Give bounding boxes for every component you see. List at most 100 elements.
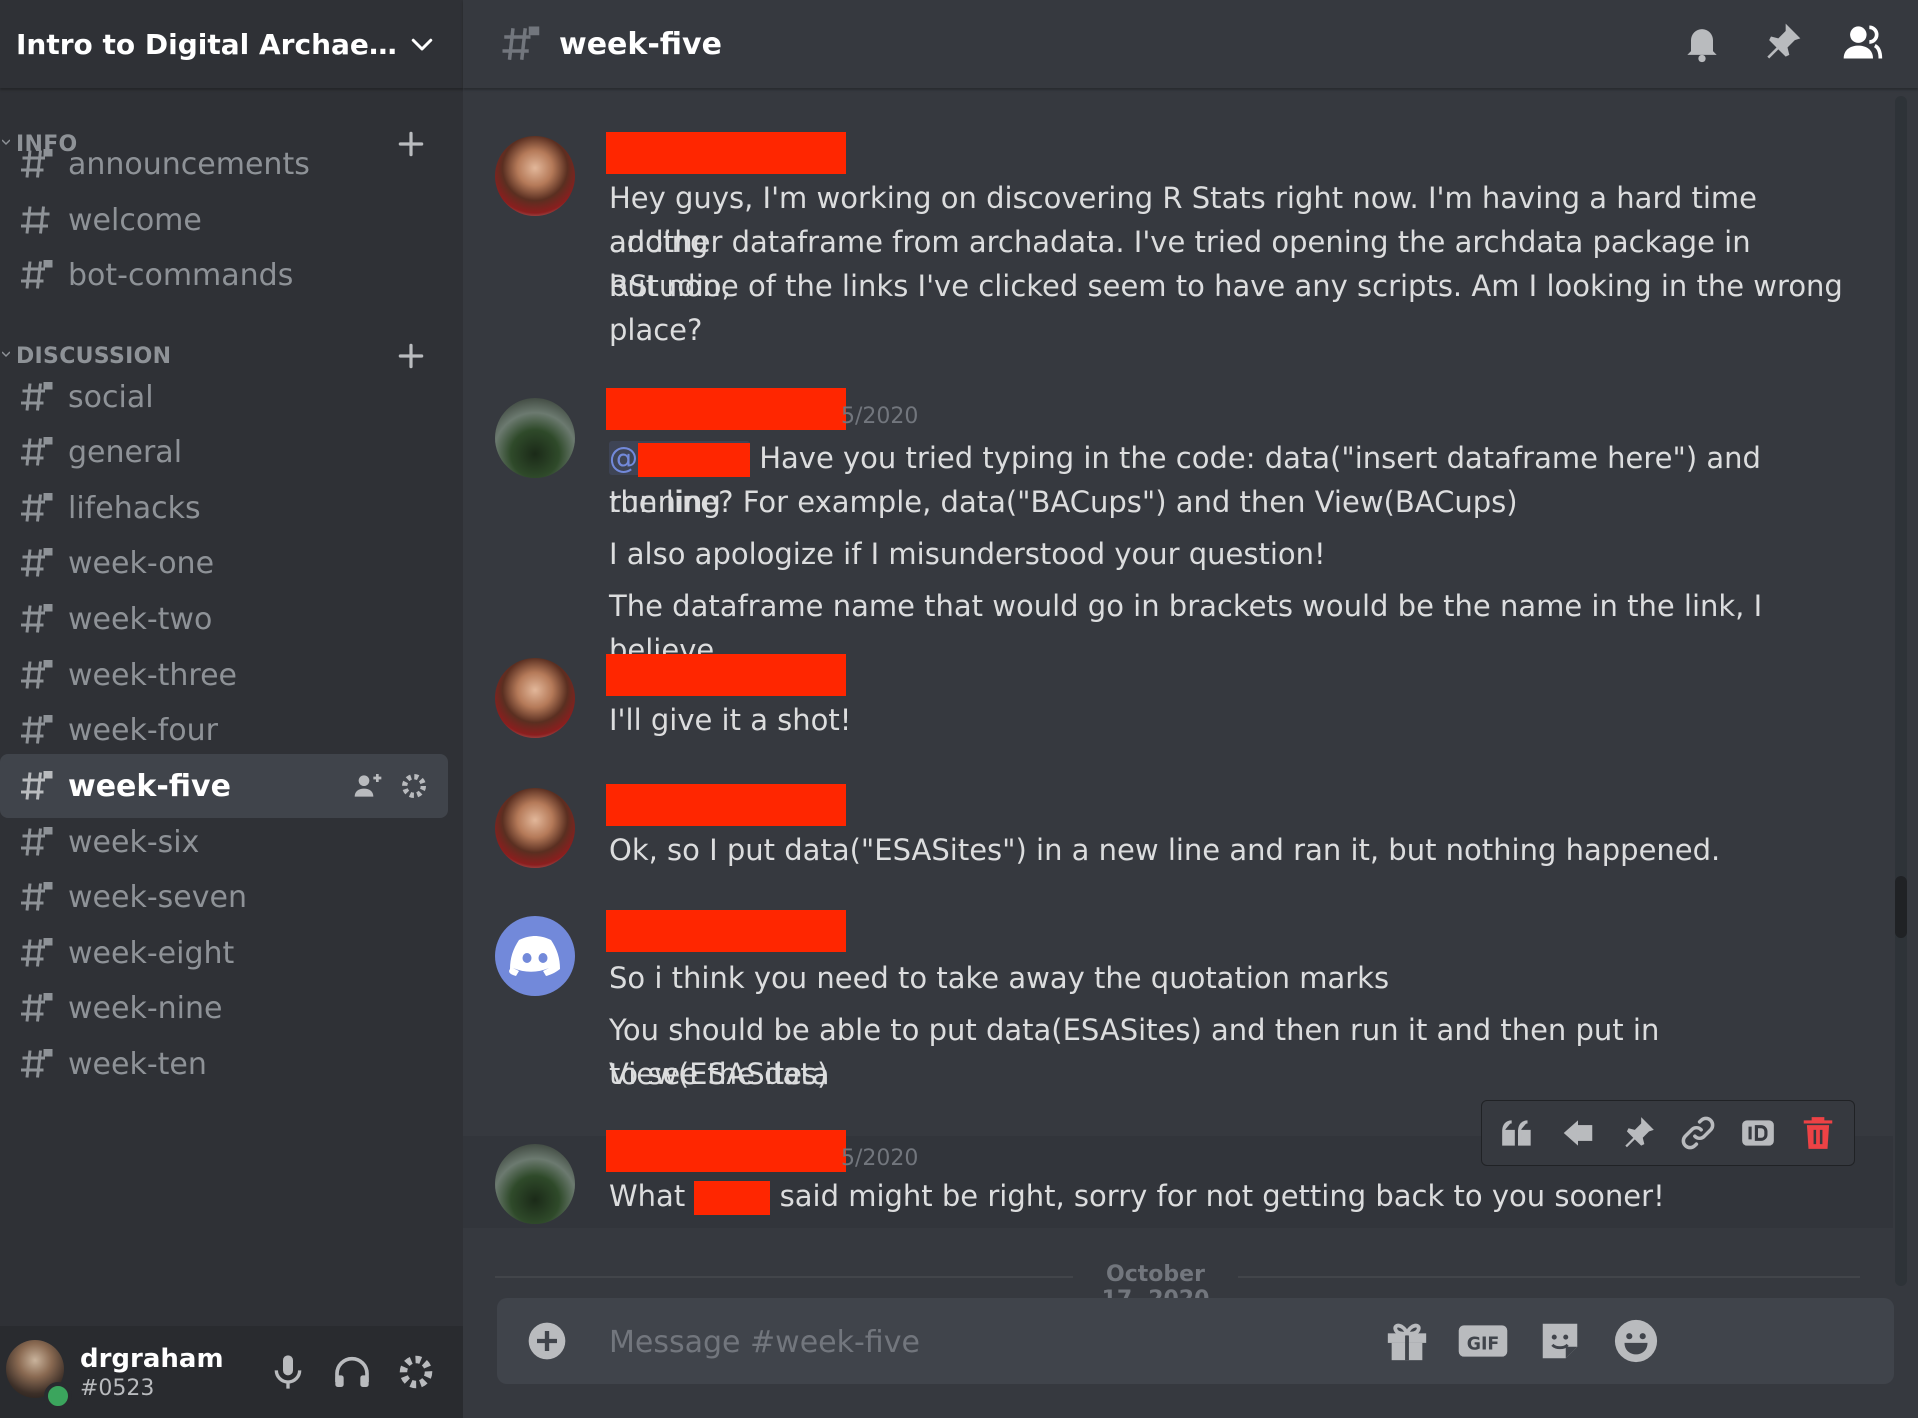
channel-label: week-two	[68, 601, 213, 637]
hash-icon	[21, 206, 50, 234]
link-icon[interactable]	[1679, 1114, 1717, 1152]
headphones-icon[interactable]	[332, 1352, 372, 1392]
channel-label: week-eight	[68, 935, 235, 971]
locked-hash-icon	[21, 382, 53, 411]
gear-icon[interactable]	[398, 770, 430, 802]
channel-week-four[interactable]: week-four	[0, 698, 448, 762]
locked-hash-icon	[21, 493, 53, 522]
locked-hash-icon	[21, 149, 53, 178]
channel-label: week-one	[68, 545, 215, 581]
message-actions-toolbar	[1481, 1100, 1855, 1166]
locked-hash-icon	[502, 26, 540, 60]
channel-label: week-four	[68, 712, 218, 748]
channel-week-seven[interactable]: week-seven	[0, 865, 448, 929]
avatar[interactable]	[495, 658, 575, 738]
message-text: Ok, so I put data("ESASites") in a new l…	[609, 833, 1721, 867]
message-text: the line? For example, data("BACups") an…	[609, 485, 1518, 519]
locked-hash-icon	[21, 938, 53, 967]
user-mention[interactable]: @	[609, 441, 750, 477]
gif-label: GIF	[1467, 1335, 1500, 1355]
delete-icon[interactable]	[1799, 1114, 1837, 1152]
gear-icon[interactable]	[396, 1352, 436, 1392]
gift-icon[interactable]	[1384, 1318, 1430, 1364]
message-text: What said might be right, sorry for not …	[609, 1179, 1665, 1215]
avatar[interactable]	[495, 1144, 575, 1224]
redacted-username	[606, 388, 846, 430]
message-timestamp: 5/2020	[841, 1146, 919, 1171]
username: drgraham	[80, 1344, 224, 1374]
pin-icon[interactable]	[1760, 20, 1804, 64]
avatar[interactable]	[495, 916, 575, 996]
message[interactable]: So i think you need to take away the quo…	[463, 900, 1893, 1091]
channel-label: lifehacks	[68, 490, 201, 526]
scrollbar-thumb[interactable]	[1895, 876, 1907, 938]
redacted-username	[606, 784, 846, 826]
locked-hash-icon	[21, 548, 53, 577]
locked-hash-icon	[21, 827, 53, 856]
server-header[interactable]: Intro to Digital Archaeolo...	[0, 0, 463, 88]
scrollbar-track[interactable]	[1895, 96, 1907, 1286]
message-text: but none of the links I've clicked seem …	[609, 269, 1843, 303]
create-invite-icon[interactable]	[352, 770, 384, 802]
channel-label: week-three	[68, 657, 238, 693]
avatar[interactable]	[495, 788, 575, 868]
channel-label: week-nine	[68, 990, 223, 1026]
locked-hash-icon	[21, 771, 53, 800]
server-name: Intro to Digital Archaeolo...	[16, 27, 407, 61]
bell-icon[interactable]	[1680, 20, 1724, 64]
channel-week-two[interactable]: week-two	[0, 587, 448, 651]
gif-icon[interactable]: GIF	[1457, 1318, 1509, 1364]
message-input[interactable]	[607, 1316, 1511, 1368]
redacted-name	[694, 1181, 771, 1215]
copy-id-icon[interactable]	[1739, 1114, 1777, 1152]
reply-icon[interactable]	[1559, 1114, 1597, 1152]
channel-label: bot-commands	[68, 257, 294, 293]
locked-hash-icon	[21, 437, 53, 466]
message[interactable]: Hey guys, I'm working on discovering R S…	[463, 108, 1893, 348]
channel-sidebar: Intro to Digital Archaeolo... INFO annou…	[0, 0, 463, 1418]
member-list-icon[interactable]	[1840, 20, 1884, 64]
channel-week-one[interactable]: week-one	[0, 531, 448, 595]
message[interactable]: I'll give it a shot!	[463, 636, 1893, 746]
channel-general[interactable]: general	[0, 420, 448, 484]
locked-hash-icon	[21, 260, 53, 289]
message[interactable]: Ok, so I put data("ESASites") in a new l…	[463, 768, 1893, 878]
microphone-icon[interactable]	[268, 1352, 308, 1392]
channel-week-five[interactable]: week-five	[0, 754, 448, 818]
channel-label: social	[68, 379, 154, 415]
pin-icon[interactable]	[1619, 1114, 1657, 1152]
message-text: to see the data	[609, 1057, 830, 1091]
redacted-username	[606, 1130, 846, 1172]
channel-label: week-six	[68, 824, 200, 860]
caret-down-icon	[2, 351, 10, 358]
channel-announcements[interactable]: announcements	[0, 132, 448, 196]
locked-hash-icon	[21, 715, 53, 744]
channel-week-ten[interactable]: week-ten	[0, 1032, 448, 1096]
redacted-username	[606, 132, 846, 174]
channel-label: week-seven	[68, 879, 247, 915]
upload-plus-icon[interactable]	[527, 1321, 567, 1361]
discord-logo-icon	[509, 936, 560, 976]
emoji-icon[interactable]	[1613, 1318, 1659, 1364]
user-tag: #0523	[80, 1376, 155, 1401]
locked-hash-icon	[21, 1049, 53, 1078]
avatar[interactable]	[495, 136, 575, 216]
avatar[interactable]	[495, 398, 575, 478]
channel-week-nine[interactable]: week-nine	[0, 976, 448, 1040]
channel-bot-commands[interactable]: bot-commands	[0, 243, 448, 307]
channel-label: general	[68, 434, 183, 470]
sticker-icon[interactable]	[1537, 1318, 1583, 1364]
message-text: place?	[609, 313, 703, 347]
quote-icon[interactable]	[1499, 1114, 1537, 1152]
message-text: So i think you need to take away the quo…	[609, 961, 1390, 995]
locked-hash-icon	[21, 660, 53, 689]
user-panel: drgraham #0523	[0, 1326, 463, 1418]
redacted-username	[606, 654, 846, 696]
channel-label: announcements	[68, 146, 310, 182]
chevron-down-icon[interactable]	[407, 29, 437, 59]
message-text: I also apologize if I misunderstood your…	[609, 537, 1326, 571]
locked-hash-icon	[21, 604, 53, 633]
message-composer: GIF	[497, 1298, 1894, 1384]
message-timestamp: 5/2020	[841, 404, 919, 429]
channel-label: welcome	[68, 202, 202, 238]
